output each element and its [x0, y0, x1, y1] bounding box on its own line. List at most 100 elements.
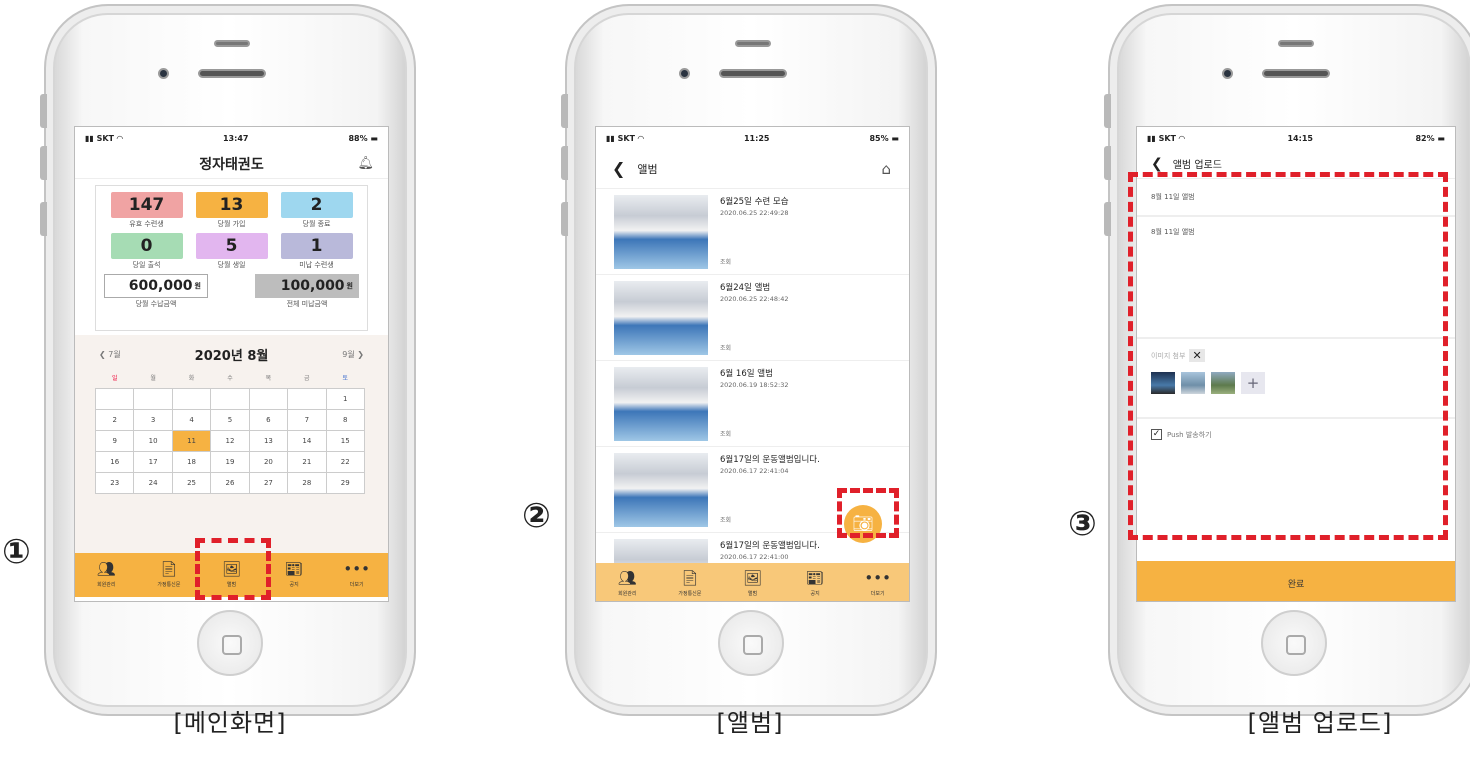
calendar-day[interactable]: 20 [248, 450, 289, 473]
tab-more[interactable]: ••• 더보기 [846, 563, 909, 601]
calendar-day[interactable]: 16 [94, 450, 135, 473]
carrier: ▮▮ SKT ◠ [1147, 133, 1185, 143]
calendar-day[interactable]: 29 [325, 471, 366, 494]
album-date: 2020.06.25 22:48:42 [720, 295, 789, 303]
calendar-day[interactable]: 15 [325, 429, 366, 452]
calendar-day[interactable]: 4 [171, 408, 212, 431]
tab-album[interactable]: 🖼︎ 앨범 [721, 563, 784, 601]
calendar-day[interactable]: 22 [325, 450, 366, 473]
calendar-day[interactable]: 28 [287, 471, 327, 494]
stat-tile[interactable]: 13 당월 가입 [195, 192, 268, 229]
weekday-label: 화 [188, 375, 195, 383]
tab-label: 가정통신문 [157, 582, 181, 588]
bottom-tab-bar: 👥︎ 회원관리 📄︎ 가정통신문 🖼︎ 앨범 📰︎ 공지 ••• 더보기 [596, 563, 909, 601]
calendar-day [248, 387, 289, 410]
tab-label: 더보기 [349, 582, 364, 588]
tab-more[interactable]: ••• 더보기 [325, 553, 388, 597]
camera [1222, 68, 1233, 79]
calendar-day[interactable]: 1 [325, 387, 366, 410]
stat-tile[interactable]: 147 유효 수련생 [110, 192, 183, 229]
calendar-day[interactable]: 14 [287, 429, 327, 452]
highlight-album-tab [195, 538, 271, 600]
calendar-day[interactable]: 12 [210, 429, 250, 452]
marker-3: ③ [1068, 504, 1097, 544]
calendar-day[interactable]: 21 [287, 450, 327, 473]
speaker [198, 69, 266, 78]
calendar-day[interactable]: 11 [171, 429, 212, 452]
back-icon[interactable]: ❮ [1151, 156, 1163, 172]
tab-members[interactable]: 👥︎ 회원관리 [75, 553, 138, 597]
tab-label: 앨범 [747, 591, 758, 597]
stat-tile[interactable]: 5 당월 생일 [195, 233, 268, 270]
tab-label: 회원관리 [618, 591, 637, 597]
album-thumbnail [614, 367, 708, 441]
stat-tile[interactable]: 0 당일 출석 [110, 233, 183, 270]
stat-value: 13 [195, 192, 268, 218]
next-month-button[interactable]: 9월 ❯ [342, 349, 364, 360]
status-bar: ▮▮ SKT ◠ 13:47 88% ▬ [75, 127, 388, 149]
caption-upload: [앨범 업로드] [1247, 709, 1393, 737]
album-title: 6월24일 앨범 [720, 283, 771, 293]
album-title: 6월 16일 앨범 [720, 369, 773, 379]
page-title: 앨범 업로드 [1172, 160, 1222, 171]
camera [679, 68, 690, 79]
calendar-day[interactable]: 25 [171, 471, 212, 494]
dashboard: 147 유효 수련생 13 당월 가입 2 당월 종료 0 당일 출석 5 당월 생일 1 미납 수련… [95, 185, 368, 331]
calendar-day[interactable]: 2 [94, 408, 135, 431]
tab-newsletter[interactable]: 📄︎ 가정통신문 [659, 563, 722, 601]
calendar-day[interactable]: 24 [133, 471, 173, 494]
album-title: 6월17일의 운동앨범입니다. [720, 455, 820, 465]
home-icon[interactable]: ⌂ [881, 160, 891, 178]
album-thumbnail [614, 281, 708, 355]
album-date: 2020.06.17 22:41:04 [720, 467, 789, 475]
calendar-day[interactable]: 26 [210, 471, 250, 494]
calendar-day[interactable]: 17 [133, 450, 173, 473]
tab-newsletter[interactable]: 📄︎ 가정통신문 [138, 553, 201, 597]
unpaid-amount-box[interactable]: 100,000 원 [255, 274, 359, 298]
stat-value: 1 [280, 233, 353, 259]
bell-icon[interactable]: 🔔︎ [357, 156, 374, 171]
calendar-day [287, 387, 327, 410]
home-button[interactable] [718, 610, 784, 676]
highlight-camera-button [837, 488, 899, 538]
calendar-day[interactable]: 13 [248, 429, 289, 452]
calendar-day[interactable]: 19 [210, 450, 250, 473]
home-button[interactable] [197, 610, 263, 676]
submit-button[interactable]: 완료 [1137, 561, 1455, 601]
tab-members[interactable]: 👥︎ 회원관리 [596, 563, 659, 601]
home-button[interactable] [1261, 610, 1327, 676]
album-views: 조회 [720, 431, 732, 438]
tab-notice[interactable]: 📰︎ 공지 [784, 563, 847, 601]
calendar-day[interactable]: 10 [133, 429, 173, 452]
album-item[interactable]: 6월 16일 앨범 2020.06.19 18:52:32 조회 [596, 361, 909, 447]
stat-label: 당월 생일 [217, 261, 246, 269]
calendar-day[interactable]: 8 [325, 408, 366, 431]
album-item[interactable]: 6월25일 수련 모습 2020.06.25 22:49:28 조회 [596, 189, 909, 275]
calendar-day[interactable]: 23 [94, 471, 135, 494]
camera [158, 68, 169, 79]
notice-icon: 📰︎ [805, 569, 825, 587]
calendar-day[interactable]: 9 [94, 429, 135, 452]
calendar-day[interactable]: 18 [171, 450, 212, 473]
newsletter-icon: 📄︎ [680, 569, 700, 587]
weekday-label: 월 [150, 375, 156, 383]
stat-tile[interactable]: 2 당월 종료 [280, 192, 353, 229]
calendar-day[interactable]: 7 [287, 408, 327, 431]
carrier: ▮▮ SKT ◠ [606, 133, 644, 143]
calendar-day[interactable]: 6 [248, 408, 289, 431]
tab-notice[interactable]: 📰︎ 공지 [263, 553, 326, 597]
calendar-day[interactable]: 5 [210, 408, 250, 431]
prev-month-button[interactable]: ❮ 7월 [99, 349, 121, 360]
album-item[interactable]: 6월24일 앨범 2020.06.25 22:48:42 조회 [596, 275, 909, 361]
stat-tile[interactable]: 1 미납 수련생 [280, 233, 353, 270]
marker-2: ② [522, 496, 551, 536]
battery: 88% ▬ [348, 133, 378, 143]
calendar-day[interactable]: 3 [133, 408, 173, 431]
calendar-day [210, 387, 250, 410]
calendar-day[interactable]: 27 [248, 471, 289, 494]
page-title: 정자태권도 [199, 156, 264, 173]
back-icon[interactable]: ❮ [612, 159, 625, 178]
paid-amount-box[interactable]: 600,000 원 [104, 274, 208, 298]
tab-label: 공지 [289, 582, 299, 588]
stat-label: 유효 수련생 [129, 220, 164, 228]
